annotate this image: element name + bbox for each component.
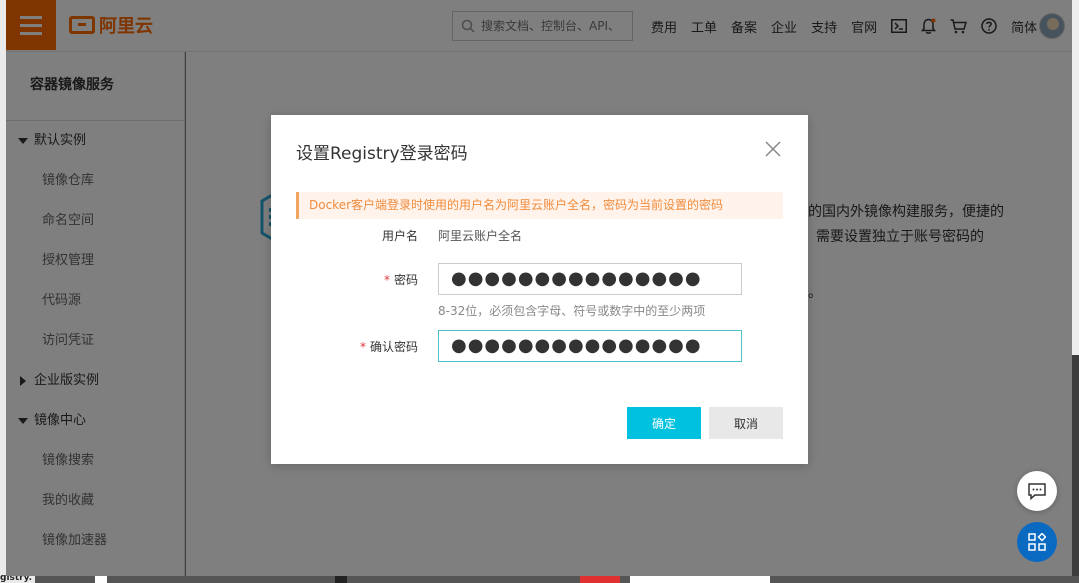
apps-icon <box>1028 533 1046 551</box>
username-label: 用户名 <box>381 229 418 243</box>
notice-banner: Docker客户端登录时使用的用户名为阿里云账户全名，密码为当前设置的密码 <box>296 192 783 219</box>
required-mark: * <box>383 273 390 287</box>
username-value: 阿里云账户全名 <box>438 229 523 243</box>
background-window-right-dark <box>1072 355 1079 583</box>
cancel-button[interactable]: 取消 <box>709 407 783 439</box>
set-registry-password-dialog: 设置Registry登录密码 Docker客户端登录时使用的用户名为阿里云账户全… <box>271 115 808 464</box>
chat-button[interactable] <box>1017 471 1057 511</box>
close-icon[interactable] <box>765 141 781 157</box>
confirm-password-label: 确认密码 <box>369 340 418 354</box>
background-taskbar <box>0 576 1079 583</box>
password-label: 密码 <box>393 273 418 287</box>
chat-icon <box>1028 482 1046 500</box>
dialog-title: 设置Registry登录密码 <box>296 144 468 164</box>
confirm-password-label-row: * 确认密码 <box>271 338 418 355</box>
required-mark: * <box>359 340 366 354</box>
password-hint: 8-32位，必须包含字母、符号或数字中的至少两项 <box>438 304 706 318</box>
password-field[interactable]: ●●●●●●●●●●●●●●● <box>438 263 742 295</box>
confirm-button[interactable]: 确定 <box>627 407 701 439</box>
password-label-row: * 密码 <box>271 271 418 288</box>
apps-button[interactable] <box>1017 522 1057 562</box>
confirm-password-field[interactable]: ●●●●●●●●●●●●●●● <box>438 330 742 362</box>
